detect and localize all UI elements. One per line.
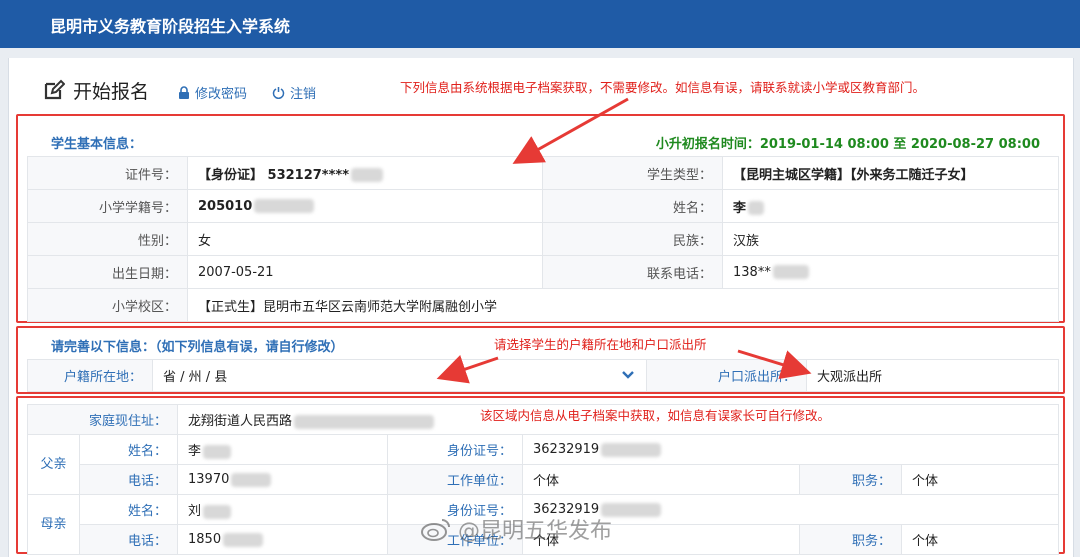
ethnic-label: 民族： <box>542 222 723 256</box>
huji-placeholder: 省 / 州 / 县 <box>163 370 228 385</box>
page-heading: 开始报名 <box>43 77 149 103</box>
phone-label: 联系电话： <box>542 255 723 289</box>
chevron-down-icon <box>622 371 634 379</box>
gender-value: 女 <box>187 222 543 256</box>
id-value: 【身份证】 532127**** <box>187 156 543 190</box>
masked-text <box>254 199 315 213</box>
watermark-text: @昆明五华发布 <box>458 519 613 544</box>
home-address-text: 龙翔街道人民西路 <box>188 414 293 429</box>
table-row: 电话： 13970 工作单位： 个体 职务： 个体 <box>28 464 1060 495</box>
school-no-label: 小学学籍号： <box>27 189 188 223</box>
huji-select[interactable]: 省 / 州 / 县 <box>152 359 647 392</box>
school-no-text: 205010 <box>198 198 253 214</box>
name-value: 李 <box>722 189 1059 223</box>
home-address-label: 家庭现住址： <box>26 404 179 435</box>
weibo-logo-icon <box>421 519 450 541</box>
table-row: 父亲 姓名： 李 身份证号： 36232919 <box>27 434 1060 495</box>
power-icon <box>272 87 285 99</box>
masked-text <box>203 504 232 519</box>
table-row: 小学学籍号： 205010 姓名： 李 <box>27 189 1059 223</box>
father-name-text: 李 <box>188 444 202 459</box>
masked-text <box>351 168 383 182</box>
apply-time: 小升初报名时间：2019-01-14 08:00 至 2020-08-27 08… <box>655 137 1040 152</box>
father-post-label: 职务： <box>799 464 903 495</box>
basic-info-header: 学生基本信息： <box>51 137 143 152</box>
father-id-text: 36232919 <box>533 442 600 457</box>
table-row: 出生日期： 2007-05-21 联系电话： 138** <box>27 255 1059 289</box>
logout-label: 注销 <box>290 87 317 102</box>
edit-icon <box>44 79 65 100</box>
mother-name-label: 姓名： <box>78 494 179 525</box>
birth-label: 出生日期： <box>27 255 188 289</box>
mother-name-text: 刘 <box>188 504 202 519</box>
masked-text <box>231 472 272 487</box>
school-no-value: 205010 <box>187 189 543 223</box>
top-bar: 昆明市义务教育阶段招生入学系统 <box>0 0 1080 48</box>
campus-label: 小学校区： <box>27 288 188 322</box>
logout-link[interactable]: 注销 <box>272 83 316 102</box>
police-value[interactable]: 大观派出所 <box>806 359 1059 392</box>
mother-post-label: 职务： <box>799 524 903 555</box>
mother-phone-value[interactable]: 1850 <box>177 524 389 555</box>
mother-phone-text: 1850 <box>188 532 222 547</box>
table-row: 证件号： 【身份证】 532127**** 学生类型： 【昆明主城区学籍】【外来… <box>27 156 1059 190</box>
masked-text <box>294 414 435 429</box>
huji-label: 户籍所在地： <box>27 359 153 392</box>
complete-info-header: 请完善以下信息：（如下列信息有误，请自行修改） <box>51 340 344 355</box>
father-name-label: 姓名： <box>78 434 179 465</box>
watermark: @昆明五华发布 <box>420 513 612 545</box>
phone-text: 138** <box>733 264 771 280</box>
father-id-value[interactable]: 36232919 <box>522 434 1060 465</box>
change-password-label: 修改密码 <box>195 87 248 102</box>
id-label: 证件号： <box>27 156 188 190</box>
father-work-label: 工作单位： <box>387 464 524 495</box>
mother-name-value[interactable]: 刘 <box>177 494 389 525</box>
father-name-value[interactable]: 李 <box>177 434 389 465</box>
page-title: 开始报名 <box>73 80 150 103</box>
name-label: 姓名： <box>542 189 723 223</box>
id-text: 【身份证】 532127**** <box>198 167 349 183</box>
campus-value: 【正式生】昆明市五华区云南师范大学附属融创小学 <box>187 288 1059 322</box>
father-label: 父亲 <box>27 434 80 495</box>
masked-text <box>601 442 662 457</box>
name-text: 李 <box>733 200 747 216</box>
mother-post-value[interactable]: 个体 <box>901 524 1060 555</box>
phone-value: 138** <box>722 255 1059 289</box>
change-password-link[interactable]: 修改密码 <box>178 83 247 102</box>
father-phone-value[interactable]: 13970 <box>177 464 389 495</box>
table-row: 小学校区： 【正式生】昆明市五华区云南师范大学附属融创小学 <box>27 288 1059 322</box>
masked-text <box>772 265 809 279</box>
address-table: 户籍所在地： 省 / 州 / 县 户口派出所： 大观派出所 <box>27 359 1059 392</box>
father-work-value[interactable]: 个体 <box>522 464 801 495</box>
father-phone-text: 13970 <box>188 472 230 487</box>
father-phone-label: 电话： <box>78 464 179 495</box>
annotation-address: 请选择学生的户籍所在地和户口派出所 <box>494 337 707 352</box>
app-title: 昆明市义务教育阶段招生入学系统 <box>50 17 291 36</box>
table-row: 性别： 女 民族： 汉族 <box>27 222 1059 256</box>
masked-text <box>223 532 264 547</box>
annotation-top: 下列信息由系统根据电子档案获取，不需要修改。如信息有误，请联系就读小学或区教育部… <box>400 80 926 95</box>
lock-icon <box>179 86 189 99</box>
police-label: 户口派出所： <box>646 359 807 392</box>
basic-info-table: 证件号： 【身份证】 532127**** 学生类型： 【昆明主城区学籍】【外来… <box>27 156 1059 322</box>
type-label: 学生类型： <box>542 156 723 190</box>
father-post-value[interactable]: 个体 <box>901 464 1060 495</box>
type-value: 【昆明主城区学籍】【外来务工随迁子女】 <box>722 156 1059 190</box>
annotation-family: 该区域内信息从电子档案中获取，如信息有误家长可自行修改。 <box>480 408 831 423</box>
table-row: 户籍所在地： 省 / 州 / 县 户口派出所： 大观派出所 <box>27 359 1059 392</box>
mother-label: 母亲 <box>27 494 80 555</box>
mother-phone-label: 电话： <box>78 524 179 555</box>
birth-value: 2007-05-21 <box>187 255 543 289</box>
gender-label: 性别： <box>27 222 188 256</box>
ethnic-value: 汉族 <box>722 222 1059 256</box>
masked-text <box>203 444 232 459</box>
masked-text <box>748 201 765 215</box>
father-id-label: 身份证号： <box>387 434 524 465</box>
